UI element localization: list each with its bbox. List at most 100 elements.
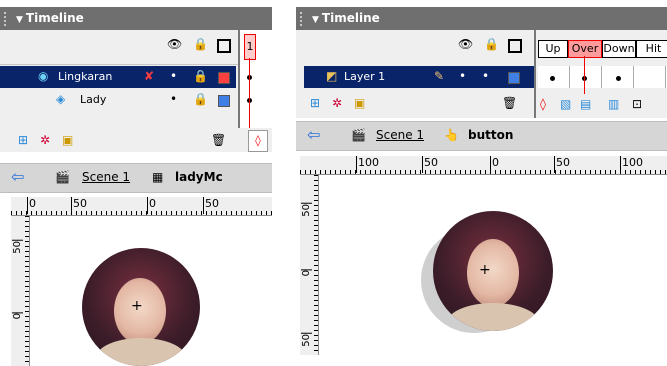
- shoulders-image: [96, 338, 186, 366]
- keyframe-icon[interactable]: [550, 76, 555, 81]
- ruler-label: 50: [12, 240, 23, 254]
- add-motion-guide-icon[interactable]: ✲: [332, 93, 342, 113]
- frames-area[interactable]: 1: [238, 30, 272, 130]
- insert-folder-icon[interactable]: ▣: [354, 93, 365, 113]
- ruler-label: 50: [554, 156, 570, 173]
- breadcrumb-scene[interactable]: Scene 1: [376, 128, 424, 142]
- insert-layer-icon[interactable]: ⊞: [18, 130, 28, 150]
- lock-icon[interactable]: 🔒: [484, 34, 499, 54]
- layer-color-box-blue[interactable]: [218, 95, 230, 107]
- eye-icon[interactable]: 👁: [167, 34, 182, 54]
- ruler-label: 100: [356, 156, 379, 173]
- layer-color-box-blue[interactable]: [508, 72, 520, 84]
- frame-row[interactable]: [538, 66, 667, 88]
- collapse-triangle-icon[interactable]: ▼: [16, 15, 23, 25]
- timeline-title: Timeline: [321, 11, 380, 25]
- lock-icon[interactable]: 🔒: [193, 66, 208, 86]
- insert-folder-icon[interactable]: ▣: [62, 130, 73, 150]
- playhead[interactable]: [249, 58, 250, 130]
- face-image: [467, 239, 519, 307]
- breadcrumb-symbol[interactable]: button: [468, 128, 513, 142]
- vertical-ruler: 50 0: [11, 216, 30, 366]
- frames-area[interactable]: Up Over Down Hit ◊ ▧ ▤ ▥ ⊡: [534, 30, 667, 118]
- frame-label-hit[interactable]: Hit: [636, 40, 667, 58]
- timeline-bottom-bar: ⊞ ✲ ▣ 🗑 ◊: [0, 128, 272, 152]
- portrait-image[interactable]: [433, 211, 553, 331]
- ruler-label: 0: [12, 312, 23, 320]
- ruler-label: 0: [27, 197, 36, 214]
- visibility-dot-icon[interactable]: •: [170, 89, 177, 109]
- layer-name: Lady: [80, 93, 107, 106]
- layer-color-box-red[interactable]: [218, 72, 230, 84]
- layer-header-row: 👁 🔒: [0, 34, 272, 56]
- lock-dot-icon[interactable]: •: [482, 66, 489, 86]
- frame-label-up[interactable]: Up: [538, 40, 568, 58]
- shoulders-image: [447, 303, 539, 331]
- add-motion-guide-icon[interactable]: ✲: [40, 130, 50, 150]
- timeline-bottom-bar: ⊞ ✲ ▣ 🗑: [296, 90, 530, 116]
- layer-icon: ◩: [326, 69, 338, 83]
- back-arrow-icon[interactable]: ⇦: [11, 167, 24, 186]
- pencil-icon: ✎: [434, 69, 445, 83]
- layer-name: Layer 1: [344, 70, 386, 83]
- registration-point-icon: +: [131, 298, 143, 314]
- playhead[interactable]: [584, 56, 585, 94]
- back-arrow-icon[interactable]: ⇦: [307, 125, 320, 144]
- lock-icon[interactable]: 🔒: [193, 34, 208, 54]
- movieclip-icon: ▦: [152, 170, 164, 184]
- ruler-label: 0: [147, 197, 156, 214]
- frame-label-down[interactable]: Down: [602, 40, 636, 58]
- timeline-titlebar[interactable]: ▼ Timeline: [0, 7, 272, 30]
- edit-multiple-frames-icon[interactable]: ▥: [608, 94, 619, 114]
- scene-icon: 🎬: [55, 170, 70, 184]
- ruler-label: 0: [301, 269, 312, 277]
- horizontal-ruler: 0 50 0 50: [11, 197, 272, 216]
- delete-layer-icon[interactable]: 🗑: [502, 93, 517, 113]
- registration-point-icon: +: [479, 262, 491, 278]
- ruler-label: 0: [490, 156, 499, 173]
- eye-icon[interactable]: 👁: [458, 34, 473, 54]
- ruler-label: 50: [301, 333, 312, 347]
- grip-icon[interactable]: [299, 11, 303, 26]
- frame-label-over[interactable]: Over: [568, 40, 602, 58]
- scene-icon: 🎬: [351, 128, 366, 142]
- collapse-triangle-icon[interactable]: ▼: [312, 15, 319, 25]
- onion-skin-icon[interactable]: ▧: [560, 94, 571, 114]
- onion-skin-outline-icon[interactable]: ▤: [580, 94, 591, 114]
- timeline-layers: 👁 🔒 ◉ Lingkaran ✘ • 🔒 ◈ Lady • 🔒 1: [0, 30, 272, 130]
- outline-icon[interactable]: [508, 39, 522, 53]
- visibility-dot-icon[interactable]: •: [170, 66, 177, 86]
- frame-number: 1: [244, 34, 256, 60]
- center-frame-icon[interactable]: ◊: [540, 94, 546, 114]
- layer-row-layer1[interactable]: ◩ Layer 1 ✎ • •: [304, 66, 534, 88]
- mask-layer-icon: ◉: [38, 69, 49, 83]
- ruler-label: 50: [203, 197, 219, 214]
- breadcrumb-scene[interactable]: Scene 1: [82, 170, 130, 184]
- visibility-dot-icon[interactable]: •: [459, 66, 466, 86]
- horizontal-ruler: 100 50 0 50 100: [300, 156, 667, 175]
- outline-icon[interactable]: [217, 39, 231, 53]
- timeline-panel-left: ▼ Timeline 👁 🔒 ◉ Lingkaran ✘ • 🔒 ◈ Lady •…: [0, 0, 272, 366]
- breadcrumb-symbol[interactable]: ladyMc: [175, 170, 223, 184]
- grip-icon[interactable]: [3, 11, 7, 26]
- lock-icon[interactable]: 🔒: [193, 89, 208, 109]
- ruler-label: 50: [301, 203, 312, 217]
- edit-bar: ⇦ 🎬 Scene 1 ▦ ladyMc: [0, 163, 272, 193]
- modify-onion-markers-icon[interactable]: ⊡: [632, 94, 642, 114]
- playhead-marker-icon[interactable]: ◊: [248, 130, 268, 152]
- insert-layer-icon[interactable]: ⊞: [310, 93, 320, 113]
- timeline-titlebar[interactable]: ▼ Timeline: [296, 7, 667, 30]
- delete-layer-icon[interactable]: 🗑: [211, 130, 226, 150]
- ruler-label: 50: [71, 197, 87, 214]
- onion-skin-controls: ◊ ▧ ▤ ▥ ⊡: [536, 92, 667, 116]
- timeline-title: Timeline: [25, 11, 84, 25]
- ruler-label: 50: [422, 156, 438, 173]
- timeline-layers: 👁 🔒 ◩ Layer 1 ✎ • • ⊞ ✲ ▣ 🗑 Up Over Down…: [296, 30, 667, 118]
- keyframe-icon[interactable]: [616, 76, 621, 81]
- layer-row-lady[interactable]: ◈ Lady • 🔒: [0, 89, 236, 111]
- stage[interactable]: +: [30, 216, 272, 366]
- timeline-panel-right: ▼ Timeline 👁 🔒 ◩ Layer 1 ✎ • • ⊞ ✲ ▣ 🗑 Up…: [296, 0, 667, 366]
- layer-name: Lingkaran: [58, 70, 113, 83]
- stage[interactable]: +: [319, 175, 667, 355]
- layer-row-lingkaran[interactable]: ◉ Lingkaran ✘ • 🔒: [0, 66, 236, 88]
